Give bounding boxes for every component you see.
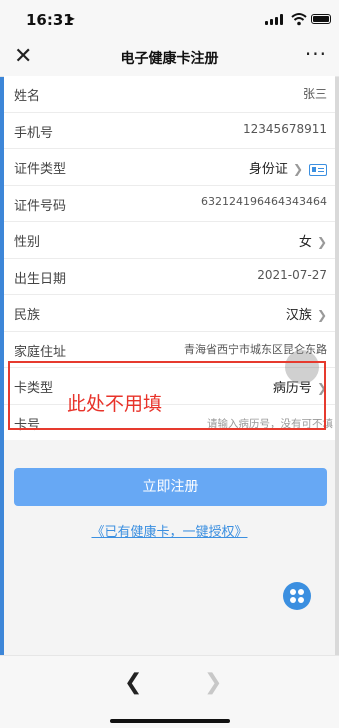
id-number-label: 证件号码	[14, 198, 67, 214]
phone-label: 手机号	[14, 125, 54, 141]
gender-select[interactable]: 女 ❯	[299, 231, 327, 250]
apps-icon[interactable]	[283, 582, 311, 610]
gender-row[interactable]: 性别 女 ❯	[4, 222, 335, 259]
forward-arrow-icon[interactable]: ❯	[204, 670, 222, 695]
ethnicity-label: 民族	[14, 308, 41, 323]
more-icon[interactable]: ···	[305, 42, 327, 66]
floating-assistive-button[interactable]	[285, 350, 319, 384]
id-type-label: 证件类型	[14, 162, 67, 177]
phone-value[interactable]: 12345678911	[243, 122, 327, 136]
id-number-value[interactable]: 632124196464343464	[201, 195, 327, 208]
authorize-link[interactable]: 《已有健康卡，一键授权》	[0, 521, 339, 540]
name-row[interactable]: 姓名 张三	[4, 76, 335, 113]
id-type-row[interactable]: 证件类型 身份证 ❯	[4, 149, 335, 186]
home-indicator	[110, 719, 230, 723]
wifi-icon	[291, 13, 307, 26]
card-number-input[interactable]: 请输入病历号，没有可不填	[207, 416, 333, 431]
card-number-row[interactable]: 卡号 请输入病历号，没有可不填	[4, 405, 335, 441]
page-title: 电子健康卡注册	[120, 51, 219, 67]
ethnicity-value: 汉族	[285, 308, 312, 323]
signal-icon	[265, 14, 283, 25]
id-type-value: 身份证	[248, 162, 288, 177]
id-type-select[interactable]: 身份证 ❯	[249, 158, 327, 177]
card-type-label: 卡类型	[14, 381, 54, 396]
card-number-label: 卡号	[14, 417, 41, 433]
nav-bar: ✕ 电子健康卡注册 ···	[0, 40, 339, 77]
name-value[interactable]: 张三	[303, 85, 327, 102]
ethnicity-row[interactable]: 民族 汉族 ❯	[4, 295, 335, 332]
chevron-right-icon: ❯	[316, 235, 327, 249]
name-label: 姓名	[14, 89, 41, 104]
location-icon: ➤	[67, 14, 76, 25]
id-card-scan-icon[interactable]	[309, 163, 327, 176]
back-arrow-icon[interactable]: ❮	[124, 670, 142, 695]
gender-value: 女	[298, 235, 312, 250]
battery-icon	[311, 14, 331, 24]
chevron-right-icon: ❯	[292, 162, 303, 176]
annotation-text: 此处不用填	[67, 393, 163, 415]
background-edge-right	[335, 76, 339, 655]
gender-label: 性别	[14, 235, 41, 250]
phone-row[interactable]: 手机号 12345678911	[4, 113, 335, 149]
register-button[interactable]: 立即注册	[14, 468, 327, 506]
birth-row[interactable]: 出生日期 2021-07-27	[4, 259, 335, 295]
chevron-right-icon: ❯	[316, 381, 327, 395]
birth-value[interactable]: 2021-07-27	[257, 268, 327, 282]
birth-label: 出生日期	[14, 271, 67, 287]
chevron-right-icon: ❯	[316, 308, 327, 322]
ethnicity-select[interactable]: 汉族 ❯	[286, 304, 327, 323]
id-number-row[interactable]: 证件号码 632124196464343464	[4, 186, 335, 222]
bottom-toolbar: ❮ ❯	[0, 655, 339, 728]
status-bar: 16:31 ➤	[0, 0, 339, 40]
registration-form: 姓名 张三 手机号 12345678911 证件类型 身份证 ❯ 证件号码 632…	[4, 76, 335, 440]
address-label: 家庭住址	[14, 344, 67, 360]
